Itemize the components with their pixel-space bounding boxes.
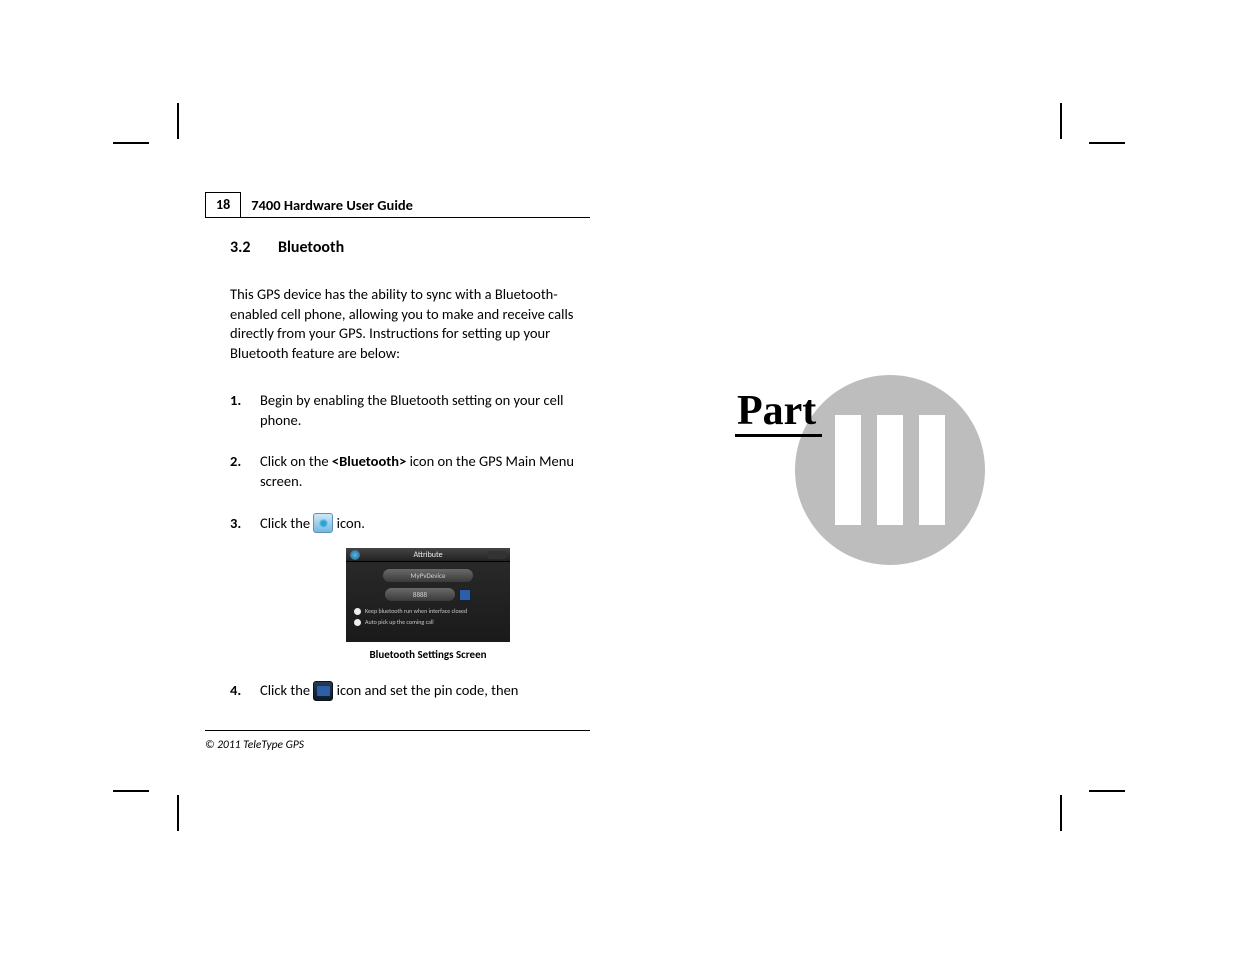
step-text: Click the icon. xyxy=(260,514,590,535)
pin-field: 8888 xyxy=(385,588,455,601)
step-3: 3. Click the icon. xyxy=(230,514,590,535)
option-keep-running: Keep bluetooth run when interface closed xyxy=(365,607,467,615)
part-divider: Part xyxy=(760,375,1010,575)
screenshot-figure: Attribute MyPvDevice 8888 Keep bluetooth… xyxy=(315,548,541,661)
footer-rule xyxy=(205,730,590,731)
screenshot-title: Attribute xyxy=(413,550,442,560)
steps-list: 1. Begin by enabling the Bluetooth setti… xyxy=(230,391,590,701)
step-number: 2. xyxy=(230,452,260,491)
screenshot-caption: Bluetooth Settings Screen xyxy=(315,648,541,661)
step-text: Click on the <Bluetooth> icon on the GPS… xyxy=(260,452,590,491)
option-auto-pickup: Auto pick up the coming call xyxy=(365,618,434,626)
step-1: 1. Begin by enabling the Bluetooth setti… xyxy=(230,391,590,430)
bluetooth-settings-icon xyxy=(313,513,333,533)
step-number: 4. xyxy=(230,681,260,702)
step-text: Begin by enabling the Bluetooth setting … xyxy=(260,391,590,430)
back-icon xyxy=(350,550,360,560)
keyboard-icon xyxy=(459,589,471,601)
left-page: 18 7400 Hardware User Guide 3.2Bluetooth… xyxy=(175,110,590,800)
copyright: © 2011 TeleType GPS xyxy=(205,738,304,752)
bluetooth-bold-label: <Bluetooth> xyxy=(332,452,406,470)
step-4: 4. Click the icon and set the pin code, … xyxy=(230,681,590,702)
step-text: Click the icon and set the pin code, the… xyxy=(260,681,590,702)
part-label: Part xyxy=(735,390,822,437)
radio-icon xyxy=(354,619,361,626)
step-number: 1. xyxy=(230,391,260,430)
keyboard-icon xyxy=(313,681,333,701)
page-header: 18 7400 Hardware User Guide xyxy=(175,192,590,218)
step-2: 2. Click on the <Bluetooth> icon on the … xyxy=(230,452,590,491)
section-title: Bluetooth xyxy=(278,238,344,257)
page-number: 18 xyxy=(205,192,241,218)
intro-paragraph: This GPS device has the ability to sync … xyxy=(230,285,575,363)
forward-icon xyxy=(488,551,506,559)
part-roman-numeral-icon xyxy=(795,375,985,565)
radio-icon xyxy=(354,608,361,615)
section-heading: 3.2Bluetooth xyxy=(230,238,590,257)
step-number: 3. xyxy=(230,514,260,535)
bluetooth-settings-screenshot: Attribute MyPvDevice 8888 Keep bluetooth… xyxy=(346,548,510,642)
device-name-field: MyPvDevice xyxy=(383,569,473,582)
document-title: 7400 Hardware User Guide xyxy=(241,192,590,218)
section-number: 3.2 xyxy=(230,238,278,257)
